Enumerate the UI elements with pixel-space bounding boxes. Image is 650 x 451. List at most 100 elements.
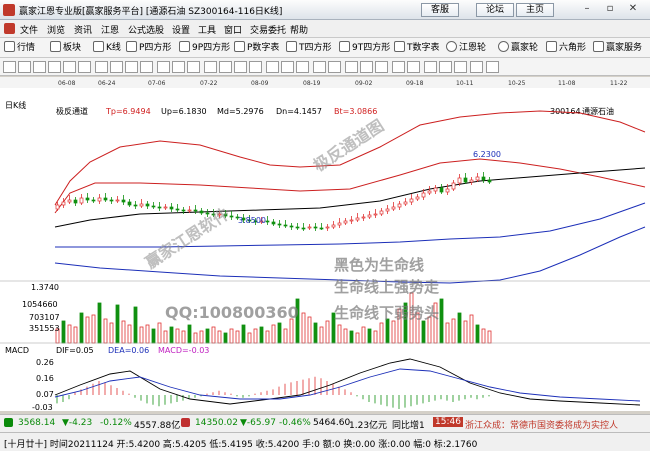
candle-body — [331, 224, 336, 228]
gann-box-tool-icon[interactable] — [172, 61, 185, 73]
menu-window[interactable]: 窗口 — [224, 23, 242, 36]
menu-file[interactable]: 文件 — [20, 23, 38, 36]
window-title: 赢家江恩专业版[赢家服务平台] [通源石油 SZ300164-116日K线] — [19, 7, 283, 17]
volume-bar — [463, 320, 468, 344]
t-square-button[interactable]: T四方形 — [286, 41, 332, 55]
menu-news[interactable]: 资讯 — [74, 23, 92, 36]
chart-area[interactable]: 06-08 06-24 07-06 07-22 08-09 08-19 09-02 09-18… — [0, 77, 650, 412]
channel-tool-icon[interactable] — [48, 61, 61, 73]
zoom-out-tool-icon[interactable] — [234, 61, 247, 73]
candle-body — [319, 227, 324, 230]
volume-bar — [235, 330, 240, 344]
p-table-button[interactable]: P数字表 — [234, 41, 279, 55]
menu-help[interactable]: 帮助 — [290, 23, 308, 36]
volume-bar — [439, 298, 444, 344]
candle-body — [181, 209, 186, 212]
news-ticker[interactable]: 浙江众成：常德市国资委将成为实控人 — [465, 418, 618, 431]
circle-tool-icon[interactable] — [95, 61, 108, 73]
rect-tool-icon[interactable] — [78, 61, 91, 73]
menu-settings[interactable]: 设置 — [172, 23, 190, 36]
luntan-button[interactable]: 论坛 — [476, 3, 514, 17]
parallel-tool-icon[interactable] — [140, 61, 153, 73]
date-tick: 06-08 — [58, 80, 76, 87]
index2-amount: 5464.60 — [313, 418, 351, 428]
9p-square-label: 9P四方形 — [192, 43, 231, 53]
cross-tool-icon[interactable] — [249, 61, 262, 73]
kline-button[interactable]: K线 — [93, 41, 121, 55]
minimize-icon[interactable]: – — [578, 2, 596, 16]
volume-bar — [175, 328, 180, 344]
kefu-button[interactable]: 客服 — [421, 3, 459, 17]
9p-square-button[interactable]: 9P四方形 — [179, 41, 230, 55]
volume-bar — [289, 318, 294, 344]
tp-value: Tp=6.9494 — [105, 107, 151, 116]
save-tool-icon[interactable] — [470, 61, 483, 73]
volume-bar — [205, 328, 210, 344]
menu-browse[interactable]: 浏览 — [47, 23, 65, 36]
p-square-button[interactable]: P四方形 — [126, 41, 171, 55]
quote-button[interactable]: 行情 — [4, 41, 35, 55]
delete-tool-icon[interactable] — [266, 61, 279, 73]
up-tool-icon[interactable] — [313, 61, 326, 73]
candle-body — [361, 216, 366, 219]
prev-tool-icon[interactable] — [375, 61, 388, 73]
index-ticker-bar: 3568.14 ▼-4.23 -0.12% 4557.88亿 14350.02 … — [0, 414, 650, 432]
gann-fan-tool-icon[interactable] — [157, 61, 170, 73]
price-high-label: 6.2300 — [473, 150, 501, 159]
fib-tool-icon[interactable] — [63, 61, 76, 73]
volume-bar — [325, 320, 330, 344]
volume-bar — [277, 322, 282, 344]
menu-tools[interactable]: 工具 — [198, 23, 216, 36]
text-tool-icon[interactable] — [110, 61, 123, 73]
next-tool-icon[interactable] — [392, 61, 405, 73]
cycle-tool-icon[interactable] — [204, 61, 217, 73]
period-tool-icon[interactable] — [281, 61, 294, 73]
menu-trade[interactable]: 交易委托 — [250, 23, 286, 36]
menu-formula[interactable]: 公式选股 — [128, 23, 164, 36]
t-table-button[interactable]: T数字表 — [394, 41, 440, 55]
maximize-icon[interactable]: ▫ — [601, 2, 619, 16]
macd-tick-3: 0.07 — [36, 390, 54, 399]
kline-chart[interactable]: 06-08 06-24 07-06 07-22 08-09 08-19 09-02 09-18… — [0, 77, 650, 412]
close-icon[interactable]: ✕ — [624, 2, 642, 16]
angle-tool-icon[interactable] — [187, 61, 200, 73]
volume-bar — [259, 326, 264, 344]
volume-bar — [151, 328, 156, 344]
candle-body — [145, 203, 150, 207]
sector-label: 板块 — [63, 43, 82, 53]
hexagon-button[interactable]: 六角形 — [546, 41, 586, 55]
candle-body — [349, 219, 354, 222]
macd-tick-2: 0.16 — [36, 374, 54, 383]
period-label: 日K线 — [5, 100, 26, 110]
winner-wheel-button[interactable]: 赢家轮 — [498, 41, 538, 55]
volume-bar — [139, 326, 144, 344]
zoom-in-tool-icon[interactable] — [219, 61, 232, 73]
cursor-tool-icon[interactable] — [3, 61, 16, 73]
gann-wheel-button[interactable]: 江恩轮 — [446, 41, 486, 55]
refresh-tool-icon[interactable] — [296, 61, 309, 73]
service-button[interactable]: 赢家服务 — [593, 41, 642, 55]
volume-bar — [73, 326, 78, 344]
quote-info-text: [十月廿十] 时间20211124 开:5.4200 高:5.4205 低:5.… — [4, 440, 478, 450]
index-tool-icon[interactable] — [439, 61, 452, 73]
candle-body — [277, 223, 282, 226]
down-tool-icon[interactable] — [328, 61, 341, 73]
arrow-tool-icon[interactable] — [125, 61, 138, 73]
trend-tool-icon[interactable] — [18, 61, 31, 73]
zhuye-button[interactable]: 主页 — [516, 3, 554, 17]
ray-tool-icon[interactable] — [33, 61, 46, 73]
candle-body — [379, 210, 384, 215]
volume-bar — [127, 324, 132, 344]
overlay-tool-icon[interactable] — [424, 61, 437, 73]
sector-button[interactable]: 板块 — [50, 41, 81, 55]
stat-tool-icon[interactable] — [454, 61, 467, 73]
9t-square-icon — [339, 41, 350, 52]
print-tool-icon[interactable] — [486, 61, 499, 73]
left-tool-icon[interactable] — [345, 61, 358, 73]
right-tool-icon[interactable] — [360, 61, 373, 73]
candle-body — [67, 199, 72, 203]
menu-gann[interactable]: 江恩 — [101, 23, 119, 36]
9t-square-button[interactable]: 9T四方形 — [339, 41, 390, 55]
kline-style-tool-icon[interactable] — [407, 61, 420, 73]
index-sh-icon — [181, 418, 190, 427]
